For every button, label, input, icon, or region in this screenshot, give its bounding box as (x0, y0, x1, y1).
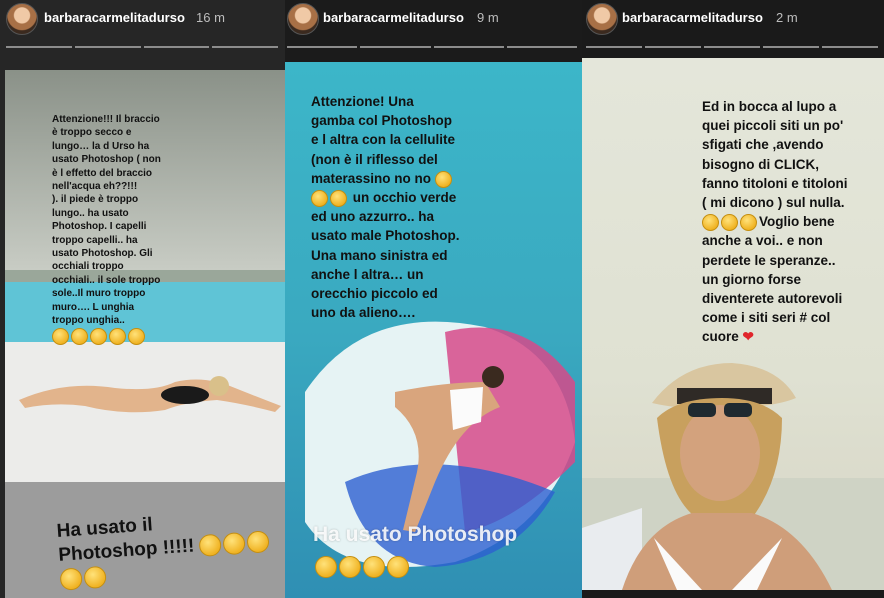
story-caption: Ed in bocca al lupo a quei piccoli siti … (702, 99, 848, 345)
rofl-emoji-icon (198, 533, 223, 558)
rofl-emoji-icon (330, 189, 347, 207)
rofl-emoji-icon (222, 531, 247, 556)
story-bottom-caption: Ha usato Photoshop (313, 523, 518, 546)
story-progress-bars (287, 46, 577, 48)
rofl-emoji-icon (128, 327, 145, 345)
story-panel-2[interactable]: barbaracarmelitadurso 9 m Attenzione! Un… (285, 0, 582, 598)
story-header: ••• barbaracarmelitadurso 2 m (582, 0, 884, 40)
avatar[interactable] (6, 3, 38, 35)
username[interactable]: barbaracarmelitadurso (44, 10, 185, 25)
username[interactable]: barbaracarmelitadurso (622, 10, 763, 25)
story-time: 9 m (477, 10, 499, 25)
story-caption: Attenzione! Una gamba col Photoshop e l … (311, 94, 460, 321)
rofl-emoji-icon (315, 556, 337, 578)
story-header: barbaracarmelitadurso 16 m (0, 0, 285, 40)
rofl-emoji-icon (109, 327, 126, 345)
story-time: 2 m (776, 10, 798, 25)
story-panel-1[interactable]: barbaracarmelitadurso 16 m Attenzione!!!… (0, 0, 285, 598)
rofl-emoji-icon (339, 556, 361, 578)
rofl-emoji-icon (90, 327, 107, 345)
rofl-emoji-icon (246, 530, 271, 554)
rofl-emoji-icon (721, 214, 738, 232)
story-caption: Attenzione!!! Il braccio è troppo secco … (52, 113, 232, 345)
rofl-emoji-icon (387, 556, 409, 578)
story-progress-bars (586, 46, 878, 48)
story-panel-3[interactable]: ••• barbaracarmelitadurso 2 m (582, 0, 884, 598)
emoji-row (315, 556, 411, 578)
red-heart-icon: ❤ (742, 329, 754, 345)
rofl-emoji-icon (311, 189, 328, 207)
rofl-emoji-icon (702, 214, 719, 232)
rofl-emoji-icon (59, 567, 83, 591)
emoji-row (52, 327, 232, 345)
rofl-emoji-icon (434, 170, 452, 188)
avatar[interactable] (287, 3, 319, 35)
rofl-emoji-icon (740, 214, 757, 232)
rofl-emoji-icon (83, 565, 107, 590)
story-bottom-caption: Ha usato il Photoshop !!!!! (56, 505, 274, 592)
rofl-emoji-icon (52, 327, 69, 345)
rofl-emoji-icon (71, 327, 88, 345)
avatar[interactable] (586, 3, 618, 35)
story-time: 16 m (196, 10, 225, 25)
rofl-emoji-icon (363, 556, 385, 578)
story-progress-bars (6, 46, 278, 48)
username[interactable]: barbaracarmelitadurso (323, 10, 464, 25)
story-header: barbaracarmelitadurso 9 m (285, 0, 582, 40)
